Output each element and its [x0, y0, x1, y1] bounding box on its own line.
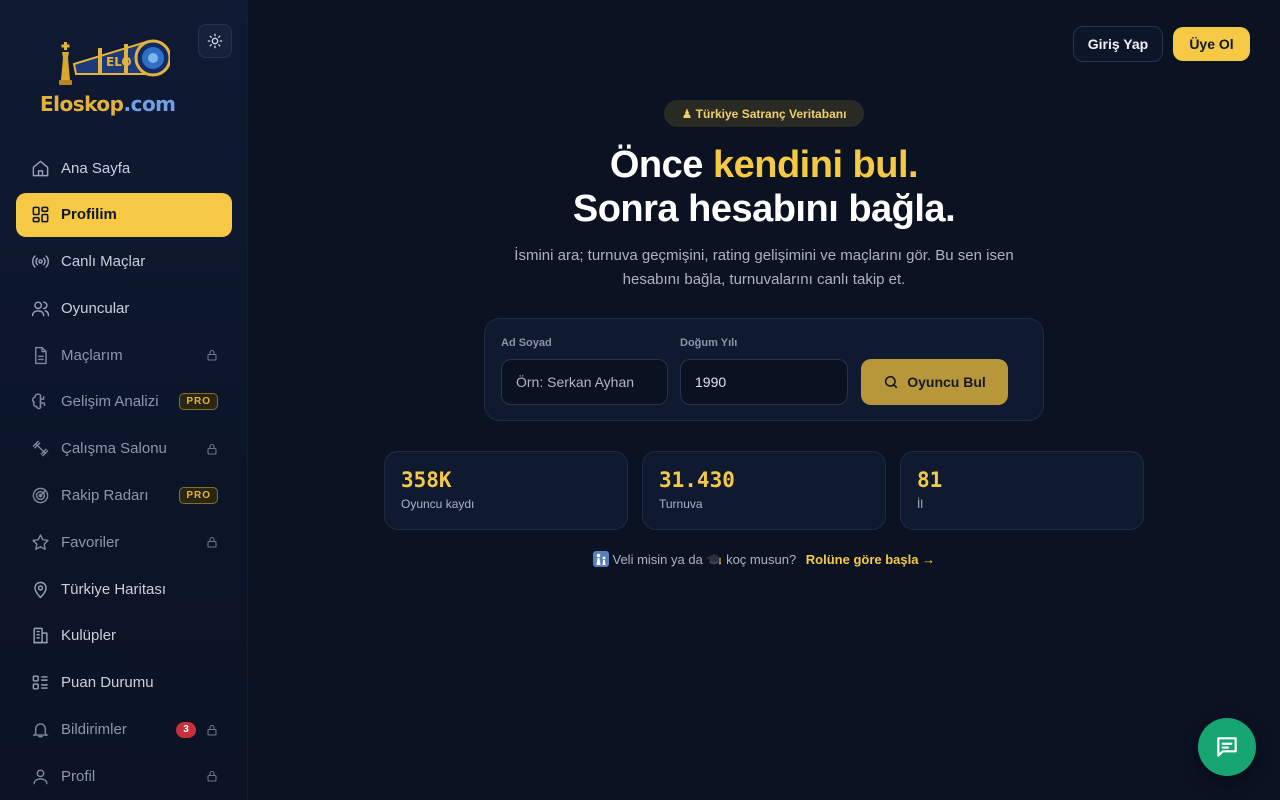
radar-icon [30, 486, 50, 506]
login-button[interactable]: Giriş Yap [1073, 26, 1163, 62]
map-pin-icon [30, 579, 50, 599]
list-icon [30, 673, 50, 693]
sidebar-item-kulupler[interactable]: Kulüpler [16, 614, 232, 658]
telescope-logo-icon: ELO [59, 39, 170, 85]
hero-title: Önce kendini bul. Sonra hesabını bağla. [384, 143, 1144, 231]
player-search-card: Ad Soyad Örn: Serkan Ayhan Doğum Yılı 19… [484, 318, 1044, 421]
sidebar-item-label: Kulüpler [61, 627, 117, 645]
brand-logo[interactable]: ELO Eloskop.com [36, 34, 186, 118]
sidebar-item-label: Puan Durumu [61, 674, 154, 692]
sidebar-nav: Ana Sayfa Profilim Canlı Maçlar Oyuncula… [16, 146, 232, 800]
search-icon [885, 375, 898, 389]
sidebar-item-puan-durumu[interactable]: Puan Durumu [16, 661, 232, 705]
stat-label: Turnuva [659, 497, 703, 511]
sidebar-item-label: Çalışma Salonu [61, 440, 167, 458]
bell-icon [30, 720, 50, 740]
role-start-link[interactable]: Rolüne göre başla → [806, 552, 935, 567]
stat-label: Oyuncu kaydı [401, 497, 475, 511]
role-text-b: koç musun? [726, 552, 797, 567]
sidebar-item-label: Rakip Radarı [61, 487, 149, 505]
brand-name-main: Eloskop [40, 92, 124, 116]
lock-icon [207, 443, 217, 455]
lock-icon [207, 771, 217, 782]
stat-card-players: 358K Oyuncu kaydı [384, 451, 628, 530]
dashboard-icon [30, 205, 50, 225]
sidebar-item-label: Maçlarım [61, 346, 123, 364]
broadcast-icon [30, 252, 50, 272]
stat-value: 358K [401, 468, 452, 492]
sidebar-item-favoriler[interactable]: Favoriler [16, 520, 232, 564]
sidebar-item-ana-sayfa[interactable]: Ana Sayfa [16, 146, 232, 190]
sidebar-item-label: Profil [61, 767, 96, 785]
role-prompt: Veli misin ya da koç musun? Rolüne göre … [384, 551, 1144, 567]
users-icon [30, 298, 50, 318]
sidebar-item-label: Türkiye Haritası [61, 580, 167, 598]
sidebar-item-profil[interactable]: Profil [16, 754, 232, 798]
star-icon [30, 532, 50, 552]
sidebar-item-label: Ana Sayfa [61, 159, 131, 177]
sidebar: ELO Eloskop.com Ana Sayfa Profilim Canlı… [0, 0, 248, 800]
birth-year-input[interactable]: 1990 [680, 359, 848, 405]
name-field-label: Ad Soyad [501, 337, 552, 349]
hero-title-highlight: kendini bul. [712, 144, 919, 186]
sidebar-item-maclarim[interactable]: Maçlarım [16, 333, 232, 377]
lock-icon [207, 724, 217, 736]
pro-badge: PRO [179, 393, 218, 411]
pro-badge: PRO [179, 487, 218, 505]
sidebar-item-label: Canlı Maçlar [61, 253, 146, 271]
find-player-label: Oyuncu Bul [907, 374, 986, 390]
theme-toggle-button[interactable] [198, 24, 232, 58]
chat-bubble-icon [1217, 737, 1237, 757]
stat-label: İl [917, 497, 923, 511]
brand-name-tld: .com [123, 92, 176, 116]
chat-button[interactable] [1198, 718, 1256, 776]
graduation-cap-icon [706, 554, 723, 565]
notification-count-badge: 3 [176, 721, 196, 738]
hero-subtitle: İsmini ara; turnuva geçmişini, rating ge… [514, 247, 1014, 288]
signup-button[interactable]: Üye Ol [1173, 27, 1250, 61]
stat-card-tournaments: 31.430 Turnuva [642, 451, 886, 530]
role-text-a: Veli misin ya da [612, 552, 703, 567]
hero-title-line1-pre: Önce [609, 144, 713, 186]
brand-name: Eloskop.com [40, 92, 176, 116]
sidebar-item-label: Favoriler [61, 533, 120, 551]
sidebar-item-turkiye-haritasi[interactable]: Türkiye Haritası [16, 567, 232, 611]
sidebar-item-label: Gelişim Analizi [61, 393, 159, 411]
sidebar-item-profilim[interactable]: Profilim [16, 192, 232, 237]
parent-child-icon [592, 551, 609, 567]
hero-pill: ♟ Türkiye Satranç Veritabanı [664, 100, 864, 127]
dumbbell-icon [30, 439, 50, 459]
sidebar-item-canli-maclar[interactable]: Canlı Maçlar [16, 240, 232, 284]
sidebar-item-label: Profilim [61, 206, 117, 224]
sidebar-item-bildirimler[interactable]: Bildirimler 3 [16, 708, 232, 752]
sidebar-item-oyuncular[interactable]: Oyuncular [16, 286, 232, 330]
stat-value: 31.430 [659, 468, 735, 492]
sun-icon [207, 33, 223, 49]
lock-icon [207, 350, 217, 361]
document-icon [30, 345, 50, 365]
home-icon [30, 158, 50, 178]
lock-icon [207, 537, 217, 548]
sidebar-item-gelisim-analizi[interactable]: Gelişim Analizi PRO [16, 380, 232, 424]
hero-title-line2: Sonra hesabını bağla. [572, 188, 956, 230]
birth-year-label: Doğum Yılı [680, 337, 738, 349]
user-icon [30, 766, 50, 786]
sidebar-item-label: Oyuncular [61, 299, 130, 317]
sidebar-item-calisma-salonu[interactable]: Çalışma Salonu [16, 427, 232, 471]
building-icon [30, 626, 50, 646]
name-input[interactable]: Örn: Serkan Ayhan [501, 359, 668, 405]
stat-value: 81 [917, 468, 943, 492]
brain-icon [30, 392, 50, 412]
sidebar-item-rakip-radari[interactable]: Rakip Radarı PRO [16, 474, 232, 518]
sidebar-item-label: Bildirimler [61, 721, 127, 739]
find-player-button[interactable]: Oyuncu Bul [861, 359, 1008, 405]
logo-word: ELO [106, 55, 132, 69]
stat-card-provinces: 81 İl [900, 451, 1144, 530]
